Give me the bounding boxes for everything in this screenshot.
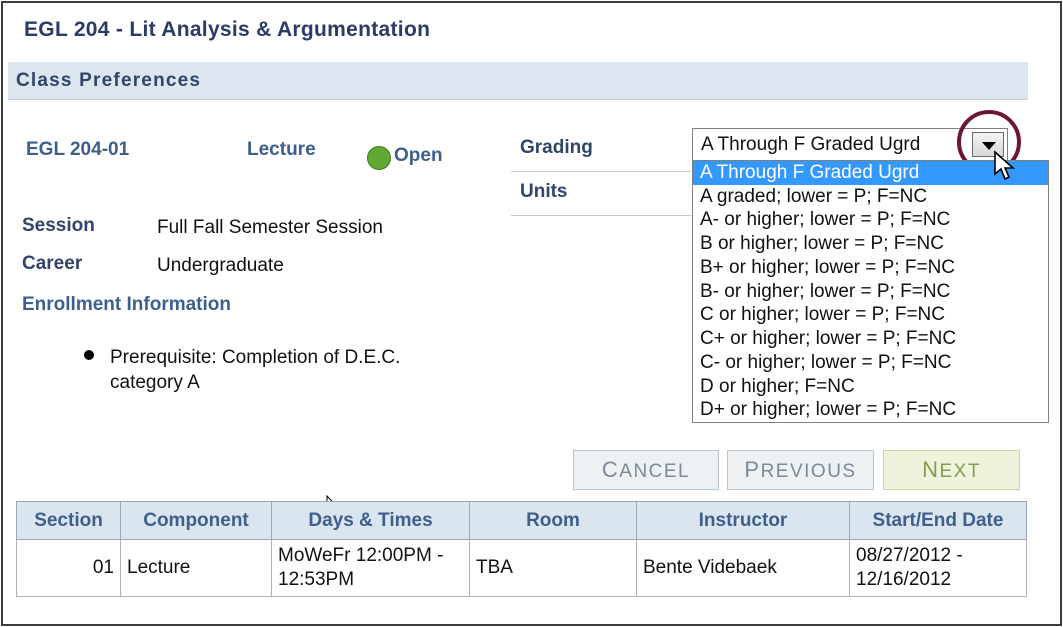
enrollment-info-heading: Enrollment Information — [22, 294, 231, 315]
cell-start-end-date: 08/27/2012 - 12/16/2012 — [849, 539, 1027, 597]
class-status: Open — [394, 145, 443, 166]
grading-dropdown-list[interactable]: A Through F Graded Ugrd A graded; lower … — [692, 160, 1049, 423]
cell-component: Lecture — [120, 539, 272, 597]
grading-separator — [511, 171, 691, 172]
col-header-start-end-date: Start/End Date — [849, 501, 1027, 540]
col-header-instructor: Instructor — [636, 501, 850, 540]
grading-option[interactable]: C- or higher; lower = P; F=NC — [693, 351, 1048, 375]
course-title: EGL 204 - Lit Analysis & Argumentation — [24, 18, 431, 41]
session-label: Session — [22, 215, 95, 236]
enrollment-requirement-line1: Prerequisite: Completion of D.E.C. — [110, 347, 401, 368]
cell-dates-line1: 08/27/2012 - — [856, 545, 963, 566]
cell-instructor: Bente Videbaek — [636, 539, 850, 597]
enrollment-requirement-line2: category A — [110, 372, 200, 393]
table-row: 01 Lecture MoWeFr 12:00PM - 12:53PM TBA … — [16, 539, 1027, 597]
previous-button[interactable]: PREVIOUS — [727, 450, 874, 490]
bullet-icon — [84, 350, 94, 360]
mouse-pointer-icon — [994, 150, 1016, 181]
next-button[interactable]: NEXT — [883, 450, 1020, 490]
col-header-days-times: Days & Times — [271, 501, 470, 540]
grading-label: Grading — [520, 137, 593, 158]
col-header-component: Component — [120, 501, 272, 540]
grading-select-value: A Through F Graded Ugrd — [701, 134, 921, 155]
cell-room: TBA — [469, 539, 637, 597]
open-status-icon — [367, 146, 391, 170]
section-header-band: Class Preferences — [8, 62, 1028, 100]
grading-option[interactable]: D+ or higher; lower = P; F=NC — [693, 398, 1048, 422]
units-label: Units — [520, 181, 568, 202]
career-value: Undergraduate — [157, 255, 284, 276]
class-section-code: EGL 204-01 — [26, 139, 130, 160]
class-section-table: Section Component Days & Times Room Inst… — [16, 501, 1027, 597]
grading-option[interactable]: C or higher; lower = P; F=NC — [693, 303, 1048, 327]
session-value: Full Fall Semester Session — [157, 217, 383, 238]
cancel-button[interactable]: CANCEL — [573, 450, 719, 490]
grading-option[interactable]: B+ or higher; lower = P; F=NC — [693, 256, 1048, 280]
grading-option[interactable]: A graded; lower = P; F=NC — [693, 185, 1048, 209]
col-header-section: Section — [16, 501, 121, 540]
grading-option[interactable]: D or higher; F=NC — [693, 375, 1048, 399]
grading-option[interactable]: C+ or higher; lower = P; F=NC — [693, 327, 1048, 351]
cell-dates-line2: 12/16/2012 — [856, 569, 952, 590]
col-header-room: Room — [469, 501, 637, 540]
cell-section: 01 — [16, 539, 121, 597]
class-component: Lecture — [247, 139, 316, 160]
cell-days-times-line2: 12:53PM — [278, 569, 355, 590]
grading-option[interactable]: B- or higher; lower = P; F=NC — [693, 280, 1048, 304]
grading-option[interactable]: A- or higher; lower = P; F=NC — [693, 208, 1048, 232]
section-header-title: Class Preferences — [16, 70, 202, 91]
cell-days-times-line1: MoWeFr 12:00PM - — [278, 545, 444, 566]
career-label: Career — [22, 253, 83, 274]
table-header-row: Section Component Days & Times Room Inst… — [16, 501, 1027, 540]
units-separator — [511, 215, 691, 216]
cell-days-times: MoWeFr 12:00PM - 12:53PM — [271, 539, 470, 597]
grading-option[interactable]: B or higher; lower = P; F=NC — [693, 232, 1048, 256]
